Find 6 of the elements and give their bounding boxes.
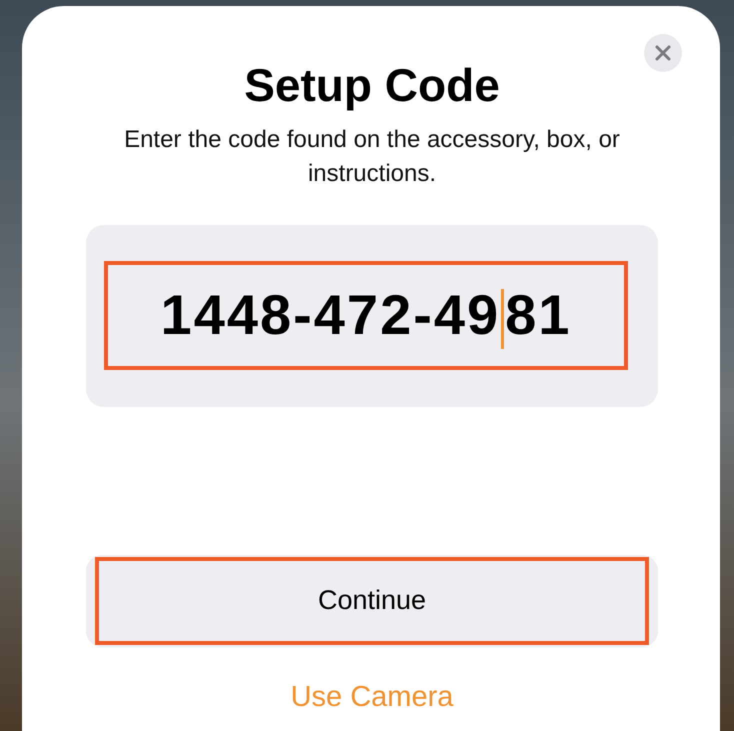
continue-button[interactable]: Continue bbox=[95, 556, 649, 645]
close-button[interactable] bbox=[644, 34, 682, 72]
code-field[interactable]: 1448-472-4981 bbox=[104, 261, 628, 370]
instructions-text: Enter the code found on the accessory, box, or instructions. bbox=[123, 124, 621, 189]
sheet-title: Setup Code bbox=[244, 60, 500, 111]
close-icon bbox=[655, 45, 671, 61]
